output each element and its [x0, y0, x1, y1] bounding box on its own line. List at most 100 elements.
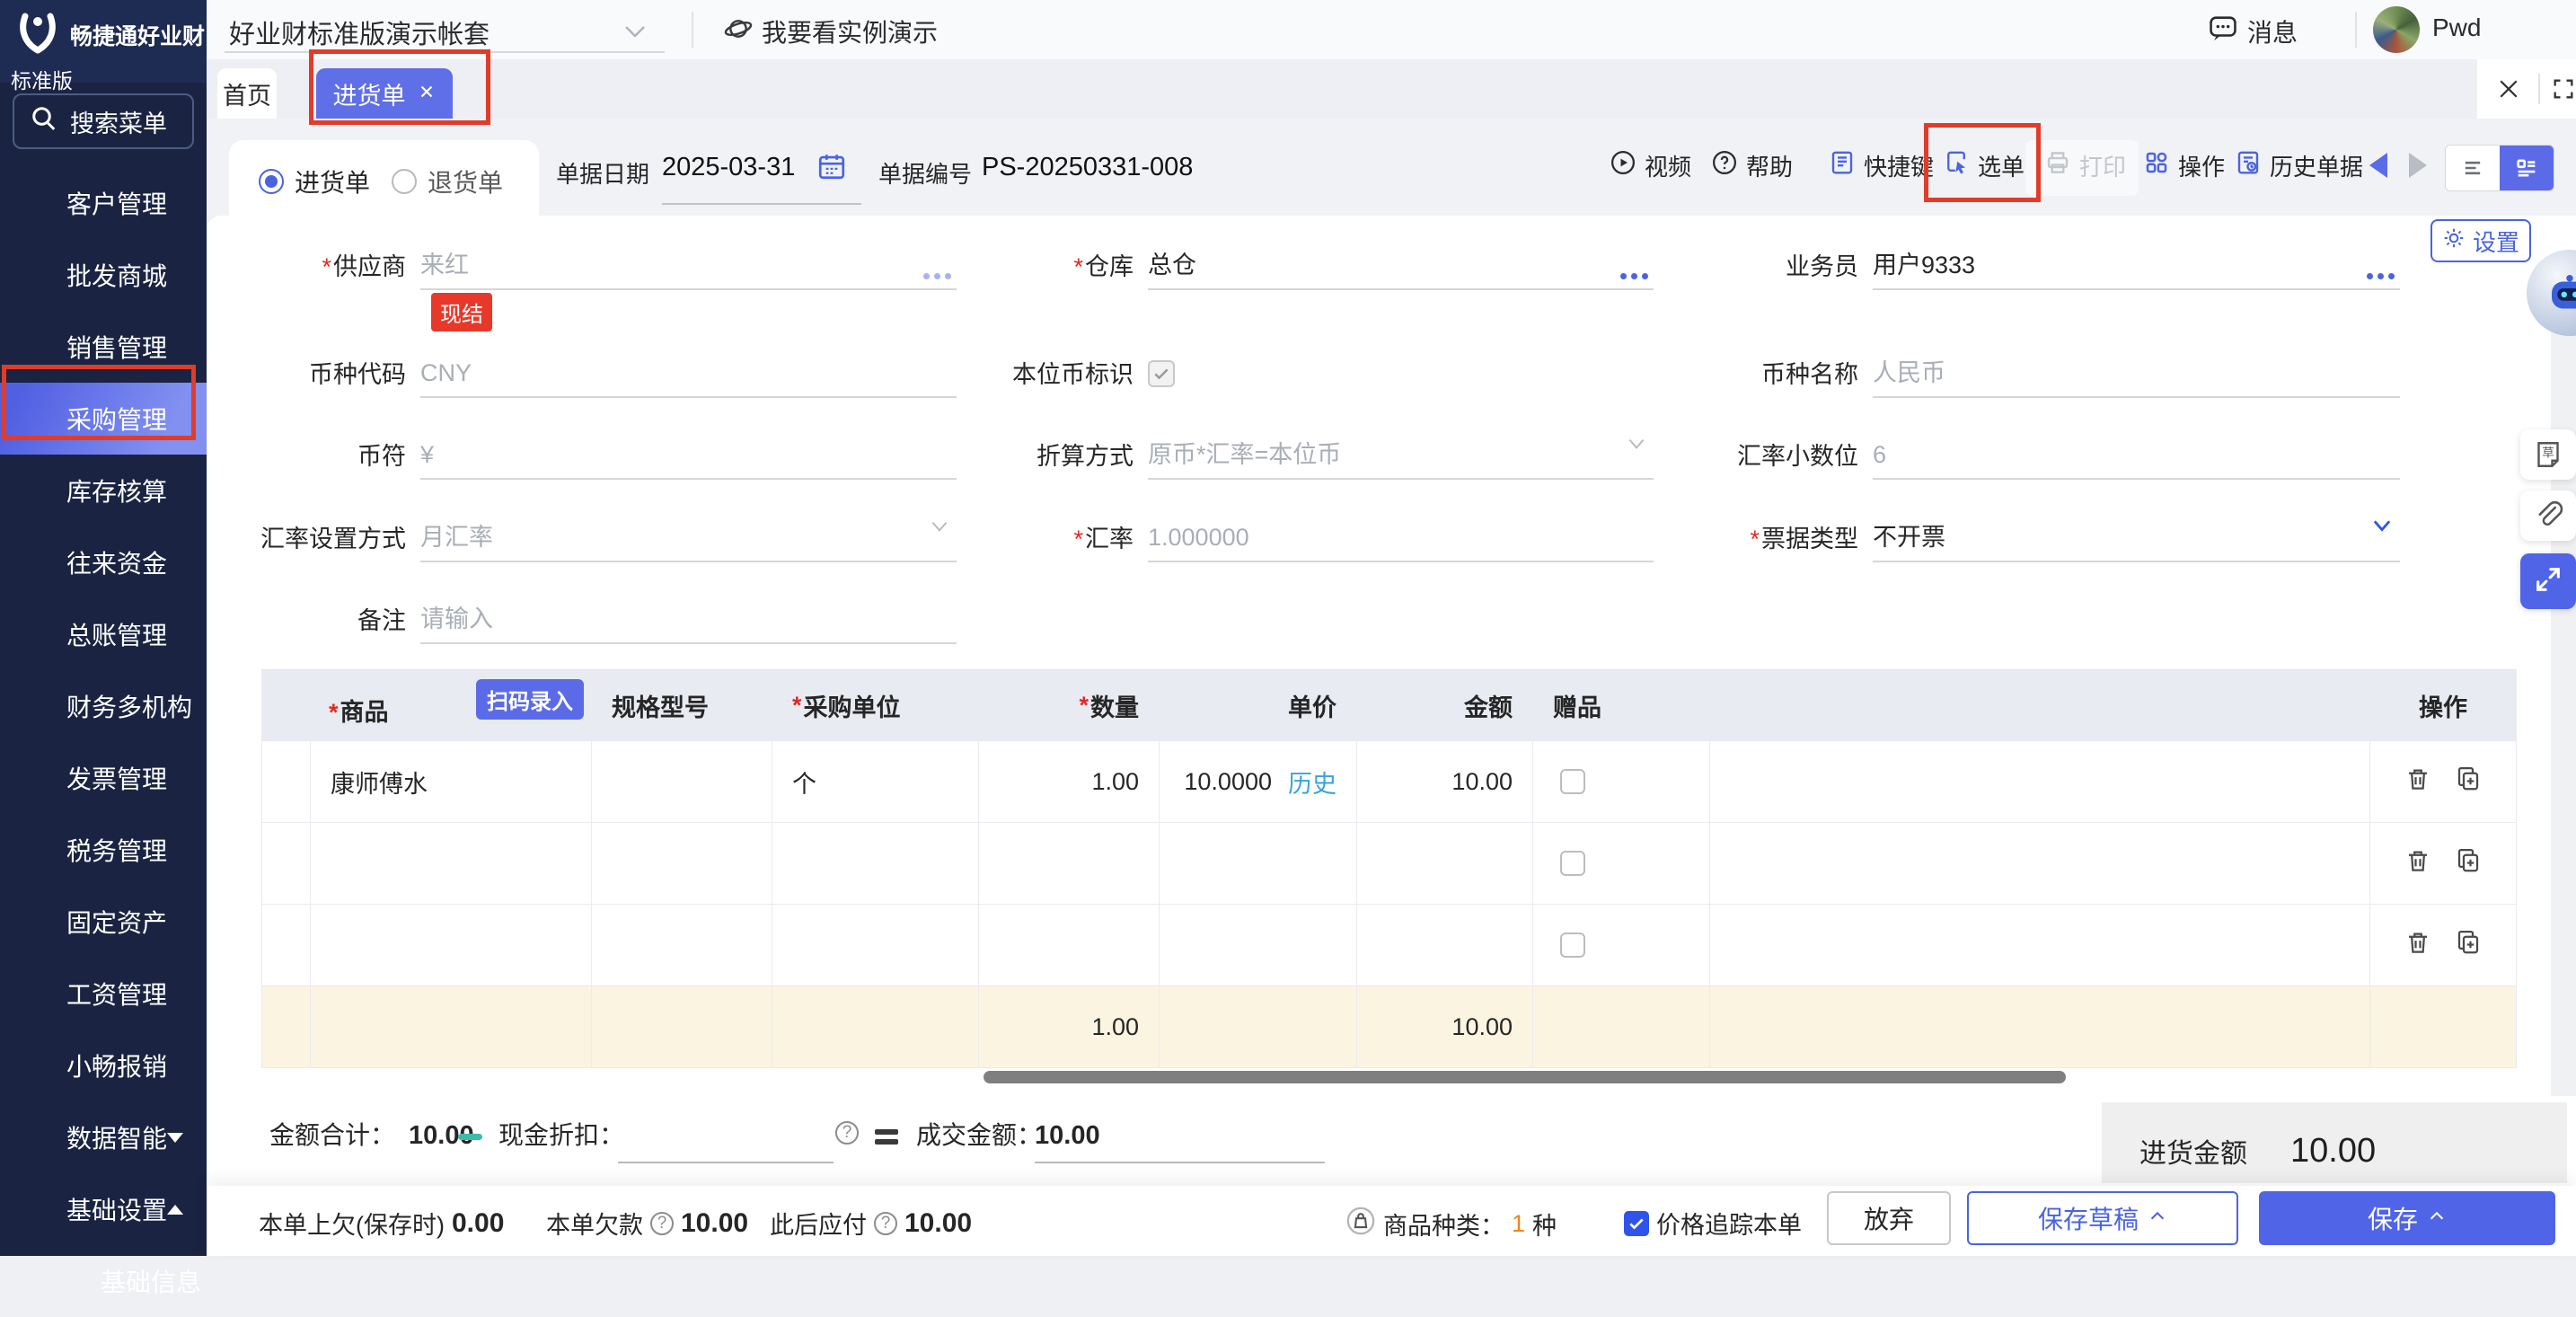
- sidebar-item-tax[interactable]: 税务管理: [0, 814, 207, 886]
- sidebar-item-purchase[interactable]: 采购管理: [0, 383, 207, 455]
- chevron-down-icon[interactable]: [1625, 426, 1648, 469]
- base-currency-checkbox-checked[interactable]: [1148, 360, 1175, 387]
- spec-cell[interactable]: [592, 823, 772, 904]
- sidebar-item-base-info[interactable]: 基础信息: [0, 1245, 207, 1317]
- qty-cell[interactable]: [979, 823, 1160, 904]
- currency-code-input[interactable]: CNY: [420, 351, 957, 398]
- sidebar-item-payroll[interactable]: 工资管理: [0, 958, 207, 1030]
- messages-button[interactable]: 消息: [2208, 13, 2298, 49]
- question-circle-icon[interactable]: ?: [650, 1212, 674, 1235]
- delete-row-icon[interactable]: [2404, 929, 2431, 962]
- product-cell[interactable]: [311, 823, 592, 904]
- copy-row-icon[interactable]: [2455, 765, 2482, 799]
- sidebar-item-expense[interactable]: 小畅报销: [0, 1030, 207, 1101]
- sidebar-item-base-settings[interactable]: 基础设置: [0, 1173, 207, 1245]
- chevron-down-icon[interactable]: [2369, 508, 2395, 552]
- tab-purchase-order[interactable]: 进货单: [316, 68, 453, 119]
- supplier-lookup-dots[interactable]: [923, 273, 951, 279]
- pick-order-button[interactable]: 选单: [1943, 149, 2025, 182]
- sidebar-item-finance-multi[interactable]: 财务多机构: [0, 670, 207, 742]
- row-handle[interactable]: [261, 823, 311, 904]
- unit-cell[interactable]: [772, 823, 979, 904]
- delete-row-icon[interactable]: [2404, 765, 2431, 799]
- product-cell[interactable]: 康师傅水: [311, 741, 592, 822]
- calendar-icon[interactable]: [816, 151, 847, 186]
- spec-cell[interactable]: [592, 905, 772, 986]
- expand-panel-button[interactable]: [2520, 553, 2576, 609]
- sidebar-item-ledger[interactable]: 总账管理: [0, 598, 207, 670]
- save-draft-button[interactable]: 保存草稿: [1967, 1191, 2238, 1245]
- sidebar-item-inventory[interactable]: 库存核算: [0, 455, 207, 526]
- salesman-lookup-dots[interactable]: [2367, 273, 2395, 279]
- chevron-down-icon[interactable]: [622, 18, 648, 49]
- demo-link[interactable]: 我要看实例演示: [724, 13, 938, 49]
- qty-cell[interactable]: [979, 905, 1160, 986]
- rate-decimals-input[interactable]: 6: [1873, 433, 2400, 480]
- operations-button[interactable]: 操作: [2143, 149, 2225, 182]
- help-button[interactable]: 帮助: [1711, 149, 1793, 182]
- copy-row-icon[interactable]: [2455, 847, 2482, 880]
- settings-button[interactable]: 设置: [2430, 219, 2531, 262]
- sidebar-item-customer[interactable]: 客户管理: [0, 167, 207, 239]
- price-cell[interactable]: [1160, 823, 1357, 904]
- question-circle-icon[interactable]: ?: [835, 1121, 859, 1145]
- salesman-input[interactable]: 用户9333: [1873, 243, 2400, 290]
- menu-search-box[interactable]: 搜索菜单: [13, 93, 194, 149]
- gift-checkbox[interactable]: [1560, 769, 1585, 794]
- remark-input[interactable]: 请输入: [420, 597, 957, 644]
- scan-entry-button[interactable]: 扫码录入: [476, 679, 584, 720]
- unit-cell[interactable]: [772, 905, 979, 986]
- radio-purchase-order[interactable]: 进货单: [259, 164, 370, 199]
- question-circle-icon[interactable]: ?: [874, 1212, 897, 1235]
- price-track-toggle[interactable]: 价格追踪本单: [1624, 1206, 1802, 1241]
- history-docs-button[interactable]: 历史单据: [2235, 149, 2363, 182]
- qty-cell[interactable]: 1.00: [979, 741, 1160, 822]
- date-value[interactable]: 2025-03-31: [662, 153, 795, 182]
- row-handle[interactable]: [261, 741, 311, 822]
- sidebar-item-invoice[interactable]: 发票管理: [0, 742, 207, 814]
- price-cell[interactable]: 10.0000历史: [1160, 741, 1357, 822]
- spec-cell[interactable]: [592, 741, 772, 822]
- sidebar-item-data-intel[interactable]: 数据智能: [0, 1101, 207, 1173]
- gift-checkbox[interactable]: [1560, 933, 1585, 958]
- conversion-mode-select[interactable]: 原币*汇率=本位币: [1148, 433, 1654, 480]
- next-doc-arrow[interactable]: [2409, 153, 2427, 178]
- unit-cell[interactable]: 个: [772, 741, 979, 822]
- amount-cell[interactable]: [1357, 823, 1533, 904]
- shortcut-keys-button[interactable]: 快捷键: [1829, 149, 1934, 182]
- tab-home[interactable]: 首页: [217, 68, 277, 119]
- rate-set-mode-select[interactable]: 月汇率: [420, 516, 957, 562]
- gift-checkbox[interactable]: [1560, 851, 1585, 876]
- close-icon[interactable]: [417, 80, 437, 108]
- sidebar-item-fixed-assets[interactable]: 固定资产: [0, 886, 207, 958]
- draft-panel-button[interactable]: 草: [2520, 429, 2576, 480]
- attachment-panel-button[interactable]: [2520, 491, 2576, 541]
- sidebar-item-sales[interactable]: 销售管理: [0, 311, 207, 383]
- currency-symbol-input[interactable]: ¥: [420, 433, 957, 480]
- warehouse-input[interactable]: 总仓: [1148, 243, 1654, 290]
- row-handle[interactable]: [261, 905, 311, 986]
- bill-type-select[interactable]: 不开票: [1873, 516, 2400, 562]
- product-cell[interactable]: [311, 905, 592, 986]
- form-view-button[interactable]: [2500, 146, 2554, 190]
- amount-cell[interactable]: 10.00: [1357, 741, 1533, 822]
- supplier-input[interactable]: 来红: [420, 243, 957, 290]
- price-history-link[interactable]: 历史: [1288, 765, 1337, 800]
- warehouse-lookup-dots[interactable]: [1620, 273, 1648, 279]
- chevron-down-icon[interactable]: [928, 508, 951, 552]
- price-cell[interactable]: [1160, 905, 1357, 986]
- checkbox-checked-icon[interactable]: [1624, 1211, 1649, 1236]
- sidebar-item-wholesale[interactable]: 批发商城: [0, 239, 207, 311]
- exchange-rate-input[interactable]: 1.000000: [1148, 516, 1654, 562]
- amount-cell[interactable]: [1357, 905, 1533, 986]
- video-button[interactable]: 视频: [1610, 149, 1691, 182]
- radio-return-order[interactable]: 退货单: [392, 164, 503, 199]
- discard-button[interactable]: 放弃: [1827, 1191, 1951, 1245]
- cash-discount-input[interactable]: [618, 1162, 834, 1163]
- save-button[interactable]: 保存: [2259, 1191, 2555, 1245]
- prev-doc-arrow[interactable]: [2369, 153, 2387, 178]
- horizontal-scrollbar-thumb[interactable]: [984, 1071, 2066, 1083]
- currency-name-input[interactable]: 人民币: [1873, 351, 2400, 398]
- avatar[interactable]: [2373, 6, 2420, 53]
- delete-row-icon[interactable]: [2404, 847, 2431, 880]
